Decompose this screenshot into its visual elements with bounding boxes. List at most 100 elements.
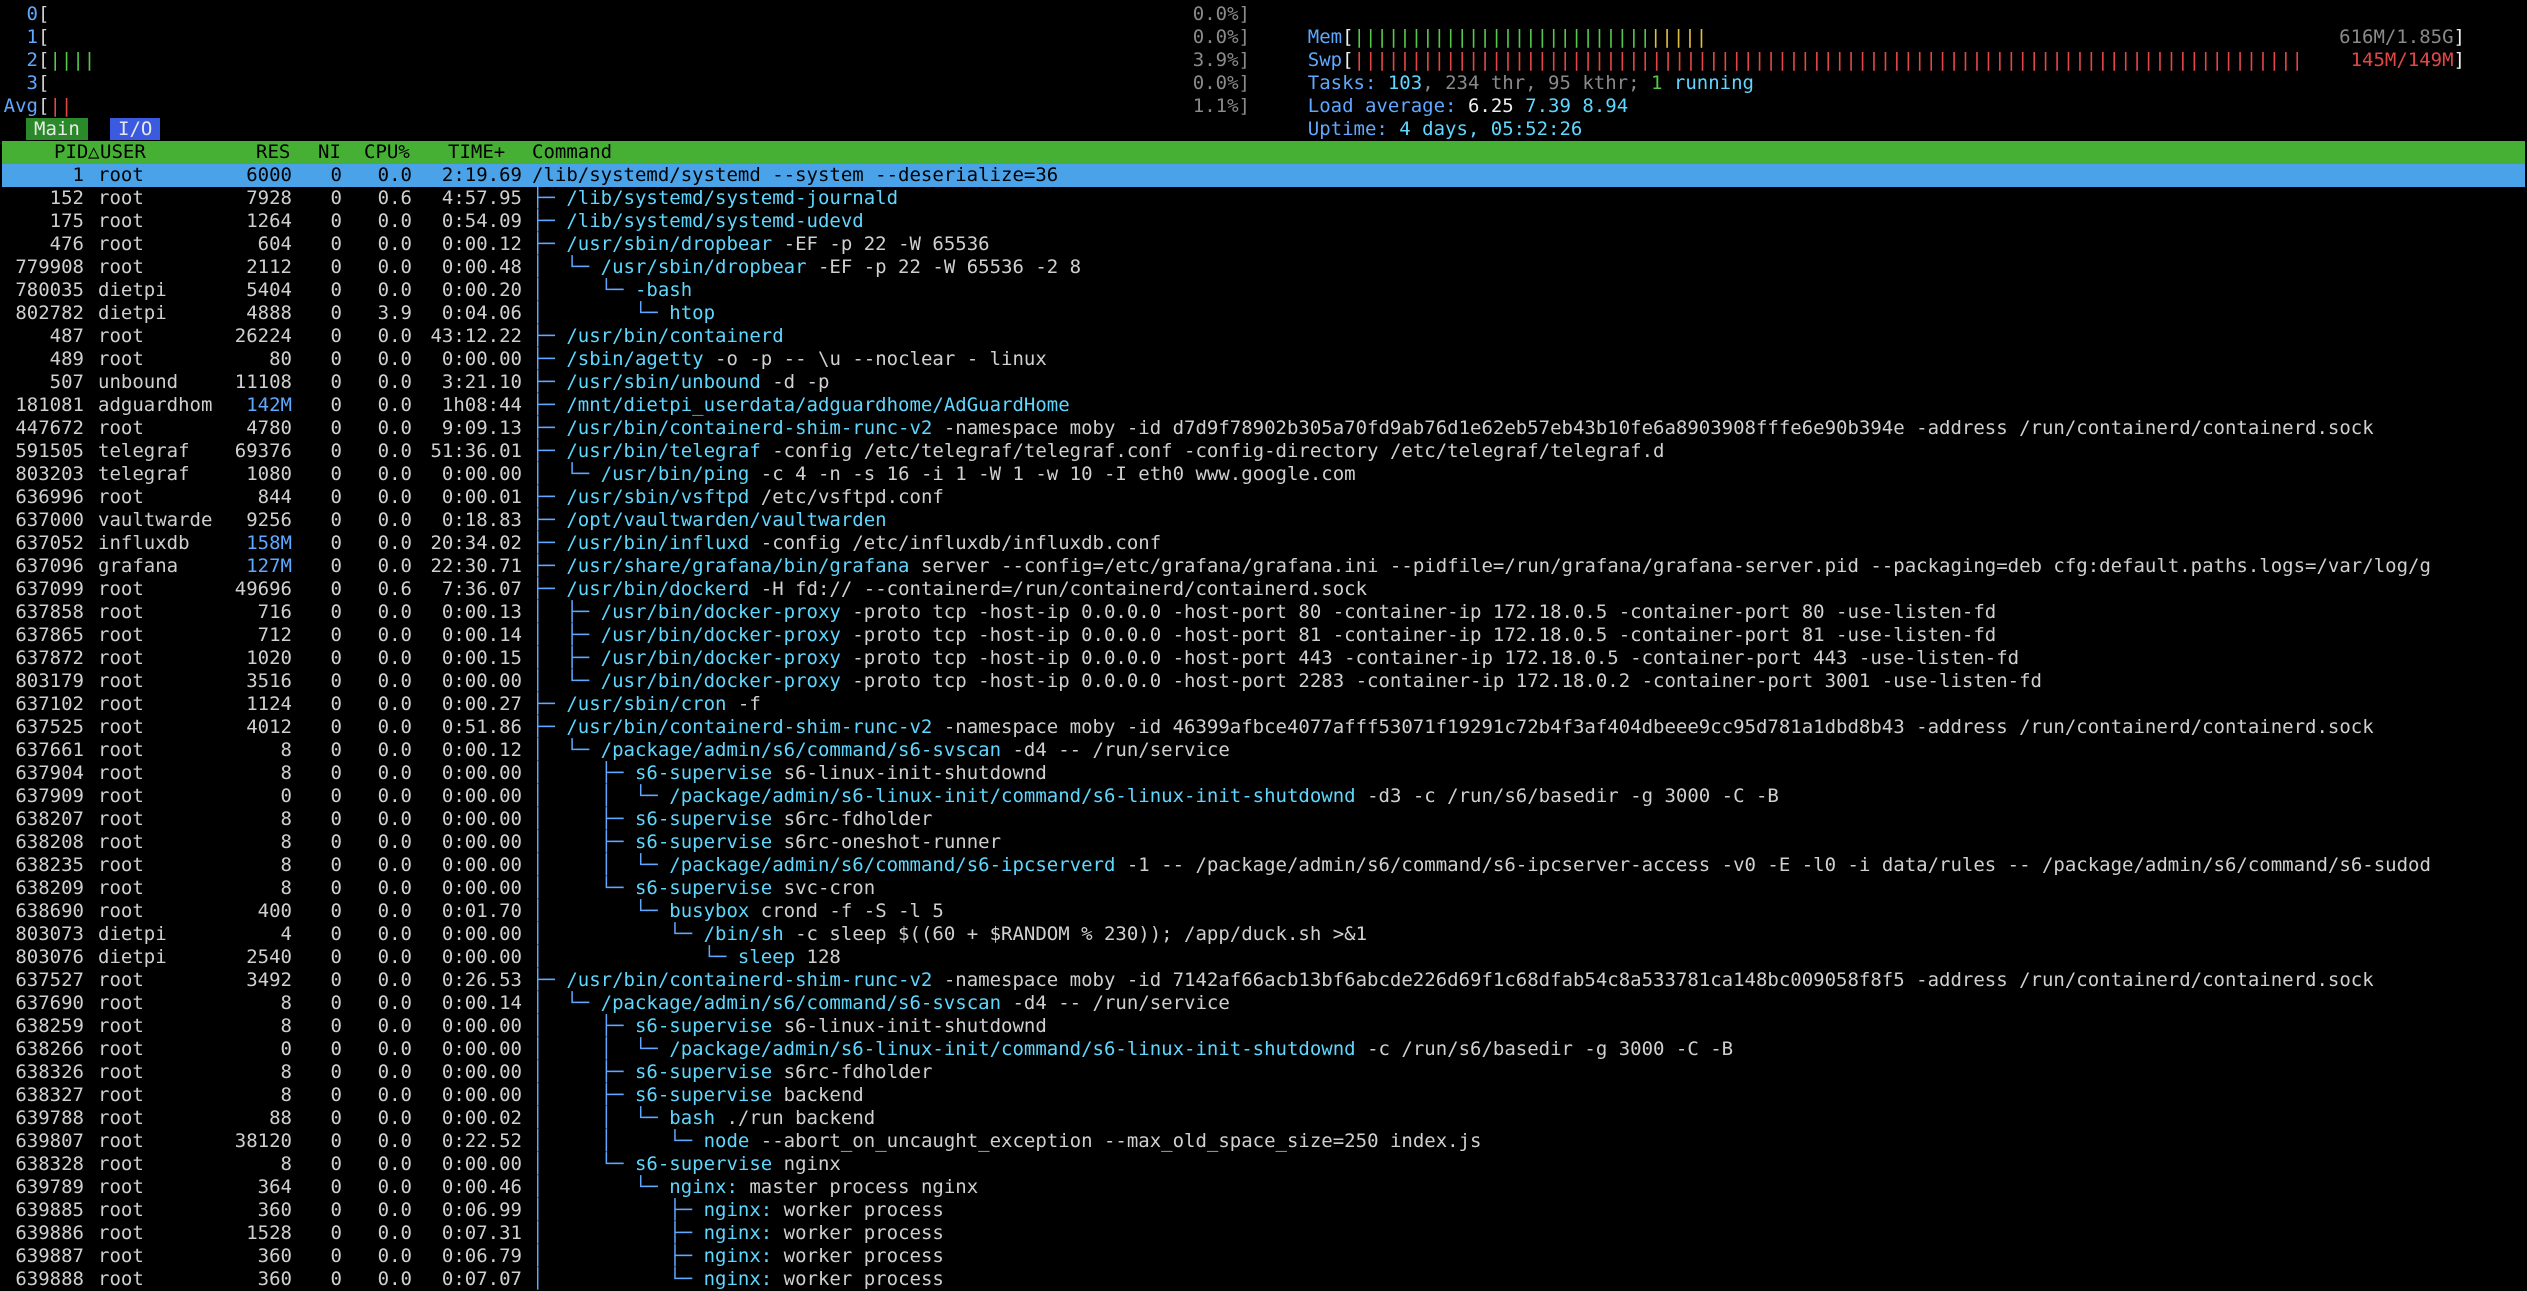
process-row[interactable]: 637000 vaultwarde 9256 0 0.0 0:18.83 ├─ /opt/v…	[2, 509, 2525, 532]
process-row[interactable]: 489 root 80 0 0.0 0:00.00 ├─ /sbin/agetty -o -…	[2, 348, 2525, 371]
process-row[interactable]: 639887 root 360 0 0.0 0:06.79 │ ├─ nginx: work…	[2, 1245, 2525, 1268]
col-pid[interactable]: PID	[54, 141, 88, 164]
process-row[interactable]: 637865 root 712 0 0.0 0:00.14 │ ├─ /usr/bin/do…	[2, 624, 2525, 647]
cpu-bar: ||	[49, 95, 73, 117]
command-exe: /package/admin/s6/command/s6-ipcserverd	[669, 854, 1116, 876]
process-row[interactable]: 638690 root 400 0 0.0 0:01.70 │ └─ busybox cro…	[2, 900, 2525, 923]
process-row[interactable]: 638259 root 8 0 0.0 0:00.00 │ ├─ s6-supervise …	[2, 1015, 2525, 1038]
process-row[interactable]: 638235 root 8 0 0.0 0:00.00 │ │ └─ /package/ad…	[2, 854, 2525, 877]
tab-main[interactable]: Main	[26, 118, 88, 140]
res-cell: 4888	[246, 302, 292, 324]
process-row[interactable]: 637872 root 1020 0 0.0 0:00.15 │ ├─ /usr/bin/d…	[2, 647, 2525, 670]
command-cell: ├─ /usr/bin/containerd	[532, 325, 784, 348]
process-row[interactable]: 639788 root 88 0 0.0 0:00.02 │ │ └─ bash ./run…	[2, 1107, 2525, 1130]
command-args: -d -p	[760, 371, 830, 393]
pid-cell: 639887	[15, 1245, 84, 1267]
col-user[interactable]: USER	[100, 141, 146, 164]
col-ni[interactable]: NI	[318, 141, 341, 164]
process-row[interactable]: 638208 root 8 0 0.0 0:00.00 │ ├─ s6-supervise …	[2, 831, 2525, 854]
user-cell: root	[98, 325, 144, 347]
process-row[interactable]: 507 unbound 11108 0 0.0 3:21.10 ├─ /usr/sbin/u…	[2, 371, 2525, 394]
time-cell: 0:00.00	[441, 946, 522, 968]
command-exe: s6-supervise	[634, 1153, 773, 1175]
user-cell: root	[98, 854, 144, 876]
command-cell: ├─ /opt/vaultwarden/vaultwarden	[532, 509, 887, 532]
command-exe: bash	[669, 1107, 716, 1129]
process-row[interactable]: 638328 root 8 0 0.0 0:00.00 │ └─ s6-supervise …	[2, 1153, 2525, 1176]
process-row[interactable]: 639789 root 364 0 0.0 0:00.46 │ └─ nginx: mast…	[2, 1176, 2525, 1199]
cpu-cell: 0.0	[377, 279, 412, 301]
process-row[interactable]: 779908 root 2112 0 0.0 0:00.48 │ └─ /usr/sbin/…	[2, 256, 2525, 279]
command-args: 128	[795, 946, 841, 968]
cpu-cell: 0.0	[377, 509, 412, 531]
process-row[interactable]: 152 root 7928 0 0.6 4:57.95 ├─ /lib/systemd/sy…	[2, 187, 2525, 210]
ni-cell: 0	[330, 210, 342, 232]
process-row[interactable]: 638327 root 8 0 0.0 0:00.00 │ ├─ s6-supervise …	[2, 1084, 2525, 1107]
process-row[interactable]: 637096 grafana 127M 0 0.0 22:30.71 ├─ /usr/sha…	[2, 555, 2525, 578]
process-row[interactable]: 803076 dietpi 2540 0 0.0 0:00.00 │ └─ sleep 12…	[2, 946, 2525, 969]
command-cell: │ ├─ s6-supervise s6rc-oneshot-runner	[532, 831, 1001, 854]
process-row[interactable]: 638209 root 8 0 0.0 0:00.00 │ └─ s6-supervise …	[2, 877, 2525, 900]
ni-cell: 0	[330, 1176, 342, 1198]
process-row[interactable]: 780035 dietpi 5404 0 0.0 0:00.20 │ └─ -bash	[2, 279, 2525, 302]
process-row[interactable]: 1 root 6000 0 0.0 2:19.69/lib/systemd/systemd…	[2, 164, 2525, 187]
tree-branch: │ └─	[532, 1268, 704, 1290]
command-args: -namespace moby -id 46399afbce4077afff53…	[932, 716, 2374, 738]
process-row[interactable]: 637525 root 4012 0 0.0 0:51.86 ├─ /usr/bin/con…	[2, 716, 2525, 739]
pid-cell: 639807	[15, 1130, 84, 1152]
process-row[interactable]: 447672 root 4780 0 0.0 9:09.13 ├─ /usr/bin/con…	[2, 417, 2525, 440]
tasks-running-label: running	[1673, 72, 1754, 94]
cpu-meter-2: 2[||||	[0, 49, 96, 72]
process-row[interactable]: 637904 root 8 0 0.0 0:00.00 │ ├─ s6-supervise …	[2, 762, 2525, 785]
process-row[interactable]: 637690 root 8 0 0.0 0:00.14 │ └─ /package/admi…	[2, 992, 2525, 1015]
user-cell: root	[98, 486, 144, 508]
command-cell: │ ├─ s6-supervise s6rc-fdholder	[532, 808, 932, 831]
ni-cell: 0	[330, 187, 342, 209]
process-row[interactable]: 639885 root 360 0 0.0 0:06.99 │ ├─ nginx: work…	[2, 1199, 2525, 1222]
time-cell: 0:00.00	[441, 1084, 522, 1106]
process-row[interactable]: 476 root 604 0 0.0 0:00.12 ├─ /usr/sbin/dropbe…	[2, 233, 2525, 256]
col-command[interactable]: Command	[532, 141, 612, 164]
process-row[interactable]: 637909 root 0 0 0.0 0:00.00 │ │ └─ /package/ad…	[2, 785, 2525, 808]
process-row[interactable]: 637102 root 1124 0 0.0 0:00.27 ├─ /usr/sbin/cr…	[2, 693, 2525, 716]
command-cell: │ └─ s6-supervise nginx	[532, 1153, 841, 1176]
process-row[interactable]: 638266 root 0 0 0.0 0:00.00 │ │ └─ /package/ad…	[2, 1038, 2525, 1061]
command-args: s6rc-fdholder	[772, 808, 933, 830]
process-row[interactable]: 637858 root 716 0 0.0 0:00.13 │ ├─ /usr/bin/do…	[2, 601, 2525, 624]
process-row[interactable]: 637099 root 49696 0 0.6 7:36.07 ├─ /usr/bin/do…	[2, 578, 2525, 601]
process-row[interactable]: 636996 root 844 0 0.0 0:00.01 ├─ /usr/sbin/vsf…	[2, 486, 2525, 509]
process-row[interactable]: 803203 telegraf 1080 0 0.0 0:00.00 │ └─ /usr/b…	[2, 463, 2525, 486]
process-row[interactable]: 638326 root 8 0 0.0 0:00.00 │ ├─ s6-supervise …	[2, 1061, 2525, 1084]
process-row[interactable]: 639807 root 38120 0 0.0 0:22.52 │ │ └─ node --…	[2, 1130, 2525, 1153]
process-row[interactable]: 637661 root 8 0 0.0 0:00.12 │ └─ /package/admi…	[2, 739, 2525, 762]
col-res[interactable]: RES	[256, 141, 290, 164]
process-row[interactable]: 175 root 1264 0 0.0 0:54.09 ├─ /lib/systemd/sy…	[2, 210, 2525, 233]
res-cell: 26224	[234, 325, 292, 347]
tree-branch: │ └─	[532, 923, 704, 945]
process-row[interactable]: 637527 root 3492 0 0.0 0:26.53 ├─ /usr/bin/con…	[2, 969, 2525, 992]
command-exe: -bash	[634, 279, 693, 301]
process-row[interactable]: 803179 root 3516 0 0.0 0:00.00 │ └─ /usr/bin/d…	[2, 670, 2525, 693]
ni-cell: 0	[330, 670, 342, 692]
process-row[interactable]: 639888 root 360 0 0.0 0:07.07 │ └─ nginx: work…	[2, 1268, 2525, 1291]
res-cell: 69376	[234, 440, 292, 462]
process-row[interactable]: 181081 adguardhom 142M 0 0.0 1h08:44 ├─ /mnt/d…	[2, 394, 2525, 417]
process-row[interactable]: 487 root 26224 0 0.0 43:12.22 ├─ /usr/bin/cont…	[2, 325, 2525, 348]
process-row[interactable]: 803073 dietpi 4 0 0.0 0:00.00 │ └─ /bin/sh -c …	[2, 923, 2525, 946]
process-row[interactable]: 802782 dietpi 4888 0 3.9 0:04.06 │ └─ htop	[2, 302, 2525, 325]
process-row[interactable]: 638207 root 8 0 0.0 0:00.00 │ ├─ s6-supervise …	[2, 808, 2525, 831]
process-row[interactable]: 591505 telegraf 69376 0 0.0 51:36.01 ├─ /usr/b…	[2, 440, 2525, 463]
tree-branch: ├─	[532, 210, 567, 232]
col-time[interactable]: TIME+	[448, 141, 505, 164]
col-cpu[interactable]: CPU%	[364, 141, 410, 164]
process-row[interactable]: 637052 influxdb 158M 0 0.0 20:34.02 ├─ /usr/bi…	[2, 532, 2525, 555]
process-list[interactable]: 1 root 6000 0 0.0 2:19.69/lib/systemd/systemd…	[2, 164, 2525, 1291]
res-cell: 712	[257, 624, 292, 646]
res-cell: 8	[280, 1084, 292, 1106]
command-cell: │ ├─ nginx: worker process	[532, 1199, 944, 1222]
user-cell: root	[98, 1130, 144, 1152]
tab-io[interactable]: I/O	[110, 118, 161, 140]
cpu-cell: 0.0	[377, 417, 412, 439]
time-cell: 43:12.22	[430, 325, 522, 347]
process-row[interactable]: 639886 root 1528 0 0.0 0:07.31 │ ├─ nginx: wor…	[2, 1222, 2525, 1245]
